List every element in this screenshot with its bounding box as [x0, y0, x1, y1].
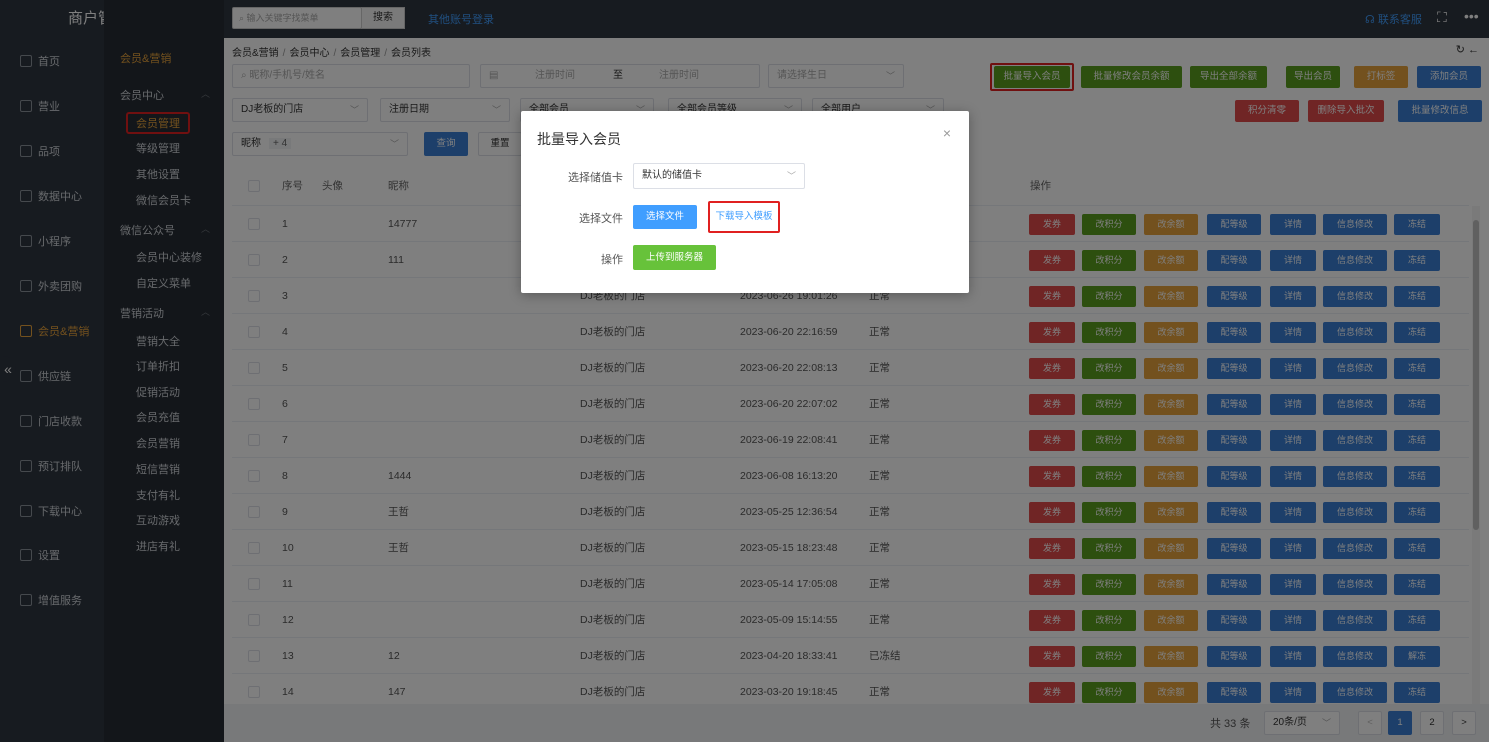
stored-card-select[interactable]: 默认的储值卡 ﹀: [633, 163, 805, 189]
upload-server-button[interactable]: 上传到服务器: [633, 245, 716, 270]
download-template-link[interactable]: 下载导入模板: [708, 201, 780, 233]
batch-import-dialog: 批量导入会员 × 选择储值卡 默认的储值卡 ﹀ 选择文件 选择文件 下载导入模板 …: [521, 111, 969, 293]
dialog-title: 批量导入会员: [537, 131, 621, 147]
file-label: 选择文件: [579, 213, 623, 225]
card-label: 选择储值卡: [568, 172, 623, 184]
close-icon[interactable]: ×: [943, 125, 951, 141]
choose-file-button[interactable]: 选择文件: [633, 205, 697, 229]
operation-label: 操作: [601, 254, 623, 266]
